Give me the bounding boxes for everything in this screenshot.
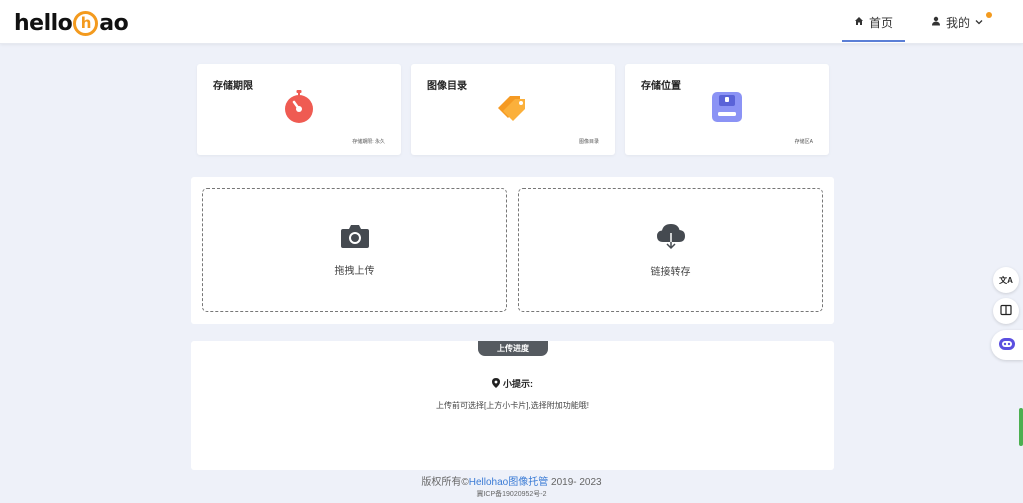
tags-icon (495, 90, 531, 129)
home-icon (854, 15, 864, 29)
cloud-download-icon (655, 222, 687, 255)
footer-icp[interactable]: 冀ICP备19020952号-2 (0, 489, 1023, 499)
stopwatch-icon (283, 89, 315, 130)
link-transfer-label: 链接转存 (650, 267, 691, 278)
reader-button[interactable] (993, 298, 1019, 324)
translate-icon: 文A (999, 275, 1013, 285)
site-logo[interactable]: hello h ao (14, 9, 129, 37)
robot-icon (998, 336, 1016, 355)
progress-tab[interactable]: 上传进度 (478, 341, 548, 356)
ai-assistant-button[interactable] (991, 330, 1023, 360)
top-header: hello h ao 首页 我的 (0, 0, 1023, 44)
copyright-prefix: 版权所有© (421, 477, 469, 488)
drag-upload-zone[interactable]: 拖拽上传 (202, 188, 507, 312)
storage-box-icon (711, 91, 743, 128)
drag-upload-label: 拖拽上传 (334, 266, 375, 277)
tip-title: 小提示: (503, 379, 533, 389)
translate-button[interactable]: 文A (993, 267, 1019, 293)
card-note: 图像目录 (578, 139, 599, 145)
card-title: 存储期限 (213, 81, 253, 92)
link-transfer-zone[interactable]: 链接转存 (518, 188, 823, 312)
card-image-directory[interactable]: 图像目录 图像目录 (411, 64, 615, 155)
footer-copyright: 版权所有©Hellohao图像托管 2019- 2023 (0, 473, 1023, 488)
tip-heading: 小提示: (191, 377, 834, 390)
upload-panel: 拖拽上传 链接转存 (191, 177, 834, 324)
reader-icon (1000, 304, 1012, 319)
card-title: 图像目录 (427, 81, 467, 92)
logo-circle: h (73, 10, 99, 36)
camera-icon (340, 223, 370, 254)
user-icon (931, 15, 941, 29)
card-note: 存储区A (794, 139, 813, 145)
location-pin-icon (492, 377, 500, 390)
main-nav: 首页 我的 (841, 0, 995, 44)
logo-text-prefix: hello (14, 10, 73, 36)
chevron-down-icon (975, 15, 983, 29)
card-storage-location[interactable]: 存储位置 存储区A (625, 64, 829, 155)
card-note: 存储期限: 永久 (352, 139, 385, 145)
copyright-years: 2019- 2023 (548, 477, 602, 488)
nav-home[interactable]: 首页 (841, 0, 905, 44)
brand-link[interactable]: Hellohao图像托管 (469, 477, 548, 488)
notification-dot (986, 12, 992, 18)
side-scroll-indicator[interactable] (1019, 408, 1023, 446)
nav-mine[interactable]: 我的 (919, 0, 995, 44)
nav-mine-label: 我的 (945, 15, 970, 30)
nav-home-label: 首页 (868, 15, 893, 30)
tip-text: 上传前可选择[上方小卡片],选择附加功能哦! (436, 401, 589, 410)
card-storage-duration[interactable]: 存储期限 存储期限: 永久 (197, 64, 401, 155)
card-title: 存储位置 (641, 81, 681, 92)
logo-text-suffix: ao (99, 10, 129, 36)
upload-progress-panel: 上传进度 小提示: 上传前可选择[上方小卡片],选择附加功能哦! (191, 341, 834, 470)
